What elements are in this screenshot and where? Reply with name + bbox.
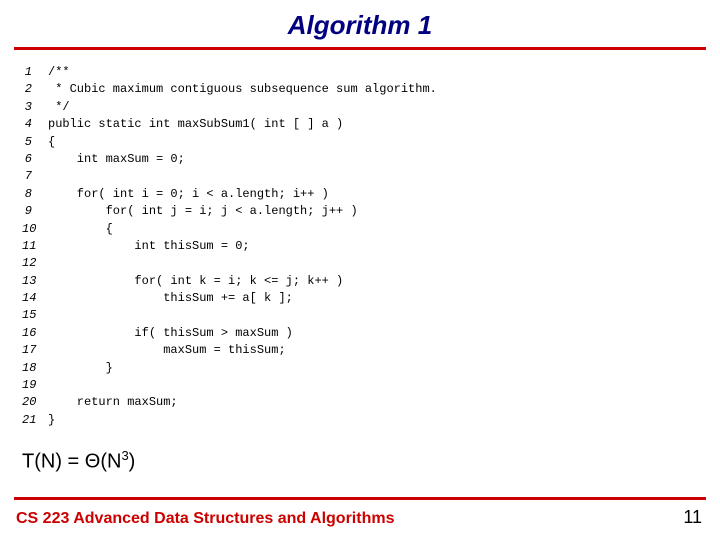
code-text: } — [48, 360, 113, 377]
line-number: 15 — [22, 307, 48, 324]
line-number: 6 — [22, 151, 48, 168]
line-number: 19 — [22, 377, 48, 394]
footer-divider — [14, 497, 706, 500]
code-text: return maxSum; — [48, 394, 178, 411]
code-text: { — [48, 134, 55, 151]
code-text: if( thisSum > maxSum ) — [48, 325, 293, 342]
line-number: 4 — [22, 116, 48, 133]
code-line: 11 int thisSum = 0; — [22, 238, 720, 255]
line-number: 20 — [22, 394, 48, 411]
code-line: 6 int maxSum = 0; — [22, 151, 720, 168]
code-line: 17 maxSum = thisSum; — [22, 342, 720, 359]
line-number: 9 — [22, 203, 48, 220]
code-text: int maxSum = 0; — [48, 151, 185, 168]
code-text: int thisSum = 0; — [48, 238, 250, 255]
code-text: thisSum += a[ k ]; — [48, 290, 293, 307]
code-line: 4public static int maxSubSum1( int [ ] a… — [22, 116, 720, 133]
slide-number: 11 — [683, 507, 702, 528]
code-line: 2 * Cubic maximum contiguous subsequence… — [22, 81, 720, 98]
code-line: 16 if( thisSum > maxSum ) — [22, 325, 720, 342]
line-number: 18 — [22, 360, 48, 377]
code-line: 9 for( int j = i; j < a.length; j++ ) — [22, 203, 720, 220]
line-number: 16 — [22, 325, 48, 342]
slide-title: Algorithm 1 — [0, 0, 720, 41]
complexity-text: T(N) = Θ(N3) — [22, 448, 135, 474]
title-divider — [14, 47, 706, 50]
line-number: 17 — [22, 342, 48, 359]
code-line: 20 return maxSum; — [22, 394, 720, 411]
code-block: 1/**2 * Cubic maximum contiguous subsequ… — [22, 64, 720, 429]
line-number: 13 — [22, 273, 48, 290]
line-number: 1 — [22, 64, 48, 81]
line-number: 12 — [22, 255, 48, 272]
code-line: 18 } — [22, 360, 720, 377]
line-number: 5 — [22, 134, 48, 151]
complexity-exponent: 3 — [121, 448, 128, 463]
code-line: 12 — [22, 255, 720, 272]
code-line: 21} — [22, 412, 720, 429]
line-number: 7 — [22, 168, 48, 185]
code-line: 19 — [22, 377, 720, 394]
code-text: } — [48, 412, 55, 429]
code-line: 5{ — [22, 134, 720, 151]
code-line: 15 — [22, 307, 720, 324]
code-text: * Cubic maximum contiguous subsequence s… — [48, 81, 437, 98]
footer-course: CS 223 Advanced Data Structures and Algo… — [16, 510, 394, 528]
code-text: maxSum = thisSum; — [48, 342, 286, 359]
code-line: 8 for( int i = 0; i < a.length; i++ ) — [22, 186, 720, 203]
code-text: for( int i = 0; i < a.length; i++ ) — [48, 186, 329, 203]
code-line: 1/** — [22, 64, 720, 81]
code-line: 14 thisSum += a[ k ]; — [22, 290, 720, 307]
code-line: 13 for( int k = i; k <= j; k++ ) — [22, 273, 720, 290]
line-number: 21 — [22, 412, 48, 429]
line-number: 10 — [22, 221, 48, 238]
line-number: 2 — [22, 81, 48, 98]
complexity-prefix: T(N) = Θ(N — [22, 451, 121, 473]
code-line: 3 */ — [22, 99, 720, 116]
line-number: 11 — [22, 238, 48, 255]
code-text: public static int maxSubSum1( int [ ] a … — [48, 116, 343, 133]
line-number: 8 — [22, 186, 48, 203]
code-text: for( int k = i; k <= j; k++ ) — [48, 273, 343, 290]
code-line: 10 { — [22, 221, 720, 238]
code-text: */ — [48, 99, 70, 116]
line-number: 3 — [22, 99, 48, 116]
line-number: 14 — [22, 290, 48, 307]
code-text: { — [48, 221, 113, 238]
code-text: /** — [48, 64, 70, 81]
code-line: 7 — [22, 168, 720, 185]
code-text: for( int j = i; j < a.length; j++ ) — [48, 203, 358, 220]
complexity-suffix: ) — [129, 451, 136, 473]
